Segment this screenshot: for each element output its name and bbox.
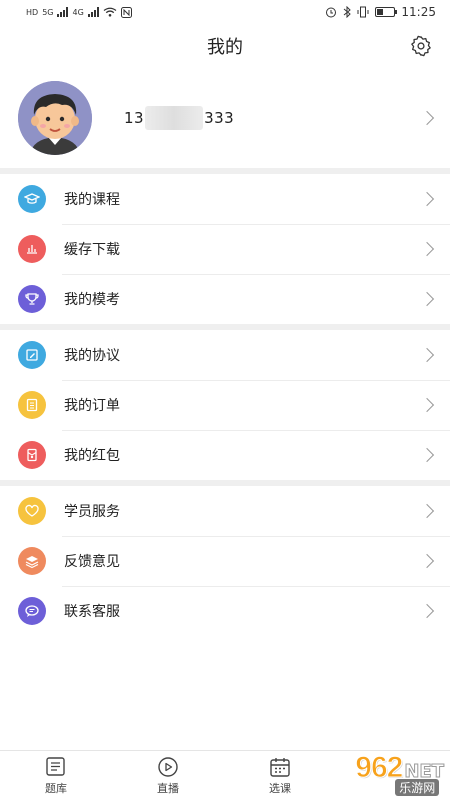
status-time: 11:25 [401, 5, 436, 19]
bluetooth-icon [344, 6, 352, 18]
signal-icon [57, 7, 69, 17]
menu-item-cache-download[interactable]: 缓存下载 [0, 224, 450, 274]
menu-item-label: 反馈意见 [64, 554, 120, 570]
bottom-tab-bar: 题库 直播 选课 962 NET 乐游网 [0, 750, 450, 800]
status-right: 11:25 [325, 5, 436, 19]
calendar-icon [270, 757, 290, 777]
feedback-stack-icon [18, 547, 46, 575]
tab-question-bank[interactable]: 题库 [0, 751, 112, 800]
edit-document-icon [18, 341, 46, 369]
phone-prefix: 13 [124, 109, 145, 127]
trophy-icon [18, 285, 46, 313]
phone-mask [145, 106, 204, 130]
menu-item-my-courses[interactable]: 我的课程 [0, 174, 450, 224]
menu-group-1: 我的课程 缓存下载 我的模考 [0, 174, 450, 324]
page-title: 我的 [207, 37, 243, 58]
chevron-right-icon [419, 603, 435, 619]
wifi-icon [103, 7, 117, 17]
menu-item-label: 我的模考 [64, 292, 120, 308]
tab-label: 题库 [45, 781, 67, 795]
menu-item-contact-support[interactable]: 联系客服 [0, 586, 450, 636]
phone-number: 13 333 [124, 106, 234, 130]
menu-item-feedback[interactable]: 反馈意见 [0, 536, 450, 586]
menu-item-mock-exams[interactable]: 我的模考 [0, 274, 450, 324]
menu-item-label: 我的协议 [64, 348, 120, 364]
status-left: HD 5G 4G [26, 6, 132, 18]
status-bar: HD 5G 4G 11:25 [0, 0, 450, 24]
chevron-right-icon [419, 241, 435, 257]
play-circle-icon [158, 756, 178, 777]
tab-label: 直播 [157, 781, 179, 795]
menu-item-student-services[interactable]: 学员服务 [0, 486, 450, 536]
signal-icon-2 [87, 7, 99, 17]
chevron-right-icon [419, 447, 435, 463]
watermark-logo: 962 NET 乐游网 [355, 751, 444, 796]
chevron-right-icon [419, 110, 435, 126]
menu-item-label: 我的课程 [64, 192, 120, 208]
profile-row[interactable]: 13 333 [0, 68, 450, 168]
header: 我的 [0, 24, 450, 68]
nfc-icon [120, 6, 132, 18]
alarm-icon [326, 7, 337, 18]
4g-indicator: 4G [72, 7, 84, 17]
graduation-cap-icon [18, 185, 46, 213]
watermark-number: 962 [355, 751, 404, 784]
tab-live[interactable]: 直播 [112, 751, 224, 800]
avatar-cartoon-icon [18, 81, 92, 155]
question-bank-icon [46, 756, 65, 776]
red-envelope-icon [18, 441, 46, 469]
menu-item-label: 我的订单 [64, 398, 120, 414]
menu-item-label: 缓存下载 [64, 242, 120, 258]
chevron-right-icon [419, 553, 435, 569]
list-document-icon [18, 391, 46, 419]
menu-item-label: 联系客服 [64, 604, 120, 620]
watermark-sub: 乐游网 [395, 779, 440, 796]
chevron-right-icon [419, 503, 435, 519]
menu-group-3: 学员服务 反馈意见 联系客服 [0, 486, 450, 636]
menu-group-2: 我的协议 我的订单 我的红包 [0, 330, 450, 480]
bar-chart-icon [18, 235, 46, 263]
tab-label: 选课 [269, 781, 291, 795]
phone-suffix: 333 [204, 109, 235, 127]
tab-course-selection[interactable]: 选课 [224, 751, 336, 800]
vibrate-icon [357, 6, 369, 18]
menu-item-my-orders[interactable]: 我的订单 [0, 380, 450, 430]
heart-icon [18, 497, 46, 525]
battery-icon [375, 7, 398, 17]
avatar[interactable] [18, 81, 92, 155]
chevron-right-icon [419, 347, 435, 363]
chevron-right-icon [419, 191, 435, 207]
hd-indicator: HD [26, 7, 39, 17]
chevron-right-icon [419, 397, 435, 413]
chevron-right-icon [419, 291, 435, 307]
menu-item-red-envelopes[interactable]: 我的红包 [0, 430, 450, 480]
menu-item-label: 我的红包 [64, 448, 120, 464]
5g-indicator: 5G [42, 7, 54, 17]
menu-item-label: 学员服务 [64, 504, 120, 520]
chat-bubble-icon [18, 597, 46, 625]
gear-icon[interactable] [410, 35, 432, 57]
menu-item-my-agreements[interactable]: 我的协议 [0, 330, 450, 380]
